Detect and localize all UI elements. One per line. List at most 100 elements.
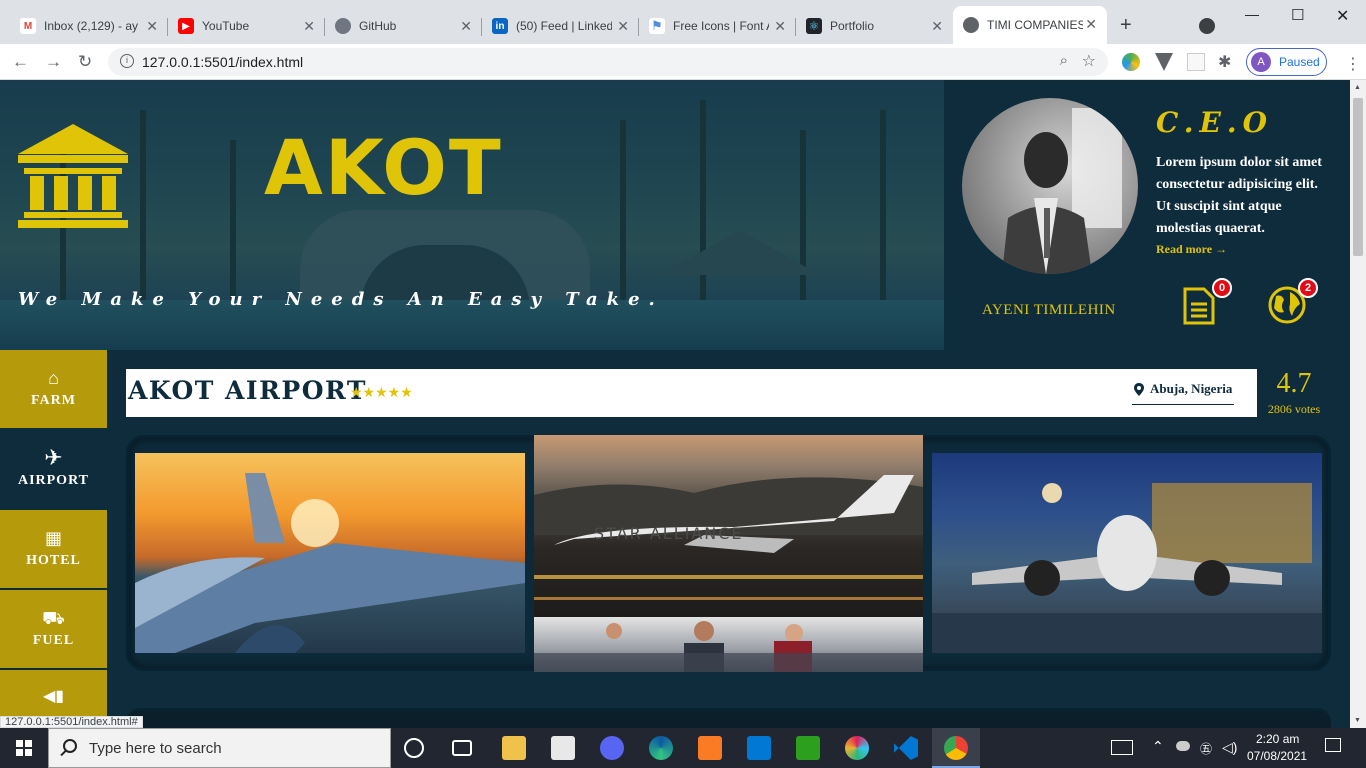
network-icon[interactable] xyxy=(1176,741,1190,751)
microsoft-store-icon[interactable] xyxy=(551,736,575,760)
bank-icon xyxy=(18,124,128,228)
task-view-icon[interactable] xyxy=(452,740,472,756)
gallery-photo-night-gate[interactable] xyxy=(932,453,1322,653)
business-info-bar: AKOT AIRPORT ★★★★★ Abuja, Nigeria xyxy=(126,369,1257,417)
slack-icon[interactable] xyxy=(845,736,869,760)
chrome-icon[interactable] xyxy=(944,736,968,760)
hero-banner: AKOT We Make Your Needs An Easy Take. xyxy=(0,80,944,350)
close-icon[interactable]: ✕ xyxy=(1085,16,1097,33)
extension-globe-icon[interactable] xyxy=(1122,53,1140,71)
url-text[interactable]: 127.0.0.1:5501/index.html xyxy=(142,54,303,70)
close-icon[interactable]: ✕ xyxy=(146,18,158,35)
tab-title: Free Icons | Font A xyxy=(673,19,769,33)
mail-icon[interactable] xyxy=(747,736,771,760)
tab-github[interactable]: GitHub ✕ xyxy=(325,8,482,44)
vscode-icon[interactable] xyxy=(894,736,918,760)
tab-timi-companies[interactable]: TIMI COMPANIES ✕ xyxy=(953,6,1107,44)
tab-portfolio[interactable]: ⚛ Portfolio ✕ xyxy=(796,8,953,44)
back-button[interactable]: ← xyxy=(12,52,29,72)
ceo-description: Lorem ipsum dolor sit amet consectetur a… xyxy=(1156,155,1322,236)
bookmark-star-icon[interactable]: ☆ xyxy=(1082,51,1096,71)
truck-icon: ⛟ xyxy=(42,608,65,628)
clock-date[interactable]: 07/08/2021 xyxy=(1247,749,1307,763)
address-bar: ← → ↻ i 127.0.0.1:5501/index.html ⌕ ☆ ✱ … xyxy=(0,44,1366,80)
star-rating-icon: ★★★★★ xyxy=(350,384,413,400)
minimize-button[interactable]: — xyxy=(1245,6,1259,22)
home-icon: ⌂ xyxy=(48,368,59,388)
profile-button[interactable]: A Paused xyxy=(1246,48,1327,76)
windows-taskbar: Type here to search ⌃ ㊄ ◁) 2:20 am 07/08… xyxy=(0,728,1366,768)
sidebar-item-label: FARM xyxy=(31,393,76,408)
xampp-icon[interactable] xyxy=(698,736,722,760)
tab-gmail[interactable]: M Inbox (2,129) - ay ✕ xyxy=(10,8,168,44)
business-name: AKOT AIRPORT xyxy=(128,376,367,405)
cortana-icon[interactable] xyxy=(404,738,424,758)
discord-icon[interactable] xyxy=(600,736,624,760)
svg-text:STAR ALLIANCE: STAR ALLIANCE xyxy=(594,524,744,543)
zoom-icon[interactable]: ⌕ xyxy=(1060,52,1068,69)
github-icon xyxy=(335,18,351,34)
tab-youtube[interactable]: ▶ YouTube ✕ xyxy=(168,8,325,44)
vote-count: 2806 votes xyxy=(1267,402,1321,416)
scrollbar-thumb[interactable] xyxy=(1353,98,1363,256)
tab-search-icon[interactable] xyxy=(1199,18,1215,34)
upwork-icon[interactable] xyxy=(796,736,820,760)
link-status-bar: 127.0.0.1:5501/index.html# xyxy=(0,716,143,728)
file-explorer-icon[interactable] xyxy=(502,736,526,760)
sidebar-item-fuel[interactable]: ⛟ FUEL xyxy=(0,590,107,669)
tab-title: Portfolio xyxy=(830,19,875,33)
ime-indicator-icon[interactable]: ㊄ xyxy=(1200,740,1212,757)
read-more-link[interactable]: Read more → xyxy=(1156,242,1227,257)
tab-linkedin[interactable]: in (50) Feed | LinkedI ✕ xyxy=(482,8,639,44)
sidebar-item-farm[interactable]: ⌂ FARM xyxy=(0,350,107,429)
gallery-photo-sunset-plane[interactable] xyxy=(135,453,525,653)
extensions-puzzle-icon[interactable]: ✱ xyxy=(1218,52,1236,71)
taskbar-search-box[interactable]: Type here to search xyxy=(48,728,391,768)
tab-fontawesome[interactable]: ⚑ Free Icons | Font A ✕ xyxy=(639,8,796,44)
tab-title: TIMI COMPANIES xyxy=(987,18,1083,32)
extension-blank-icon[interactable] xyxy=(1187,53,1205,71)
sidebar-item-airport[interactable]: ✈ AIRPORT xyxy=(0,430,107,509)
edge-icon[interactable] xyxy=(649,736,673,760)
location-link[interactable]: Abuja, Nigeria xyxy=(1132,381,1235,405)
notifications-icon[interactable] xyxy=(1325,738,1341,752)
close-icon[interactable]: ✕ xyxy=(460,18,472,35)
close-icon[interactable]: ✕ xyxy=(774,18,786,35)
forward-button[interactable]: → xyxy=(45,52,62,72)
close-icon[interactable]: ✕ xyxy=(617,18,629,35)
sidebar-item-hotel[interactable]: ▦ HOTEL xyxy=(0,510,107,589)
linkedin-icon: in xyxy=(492,18,508,34)
reload-button[interactable]: ↻ xyxy=(78,52,92,72)
keyboard-icon[interactable] xyxy=(1111,740,1133,755)
document-notification-button[interactable]: 0 xyxy=(1182,278,1232,326)
new-tab-button[interactable]: + xyxy=(1120,14,1132,37)
scroll-down-arrow-icon[interactable]: ▼ xyxy=(1354,717,1361,724)
gmail-icon: M xyxy=(20,18,36,34)
tab-title: YouTube xyxy=(202,19,250,33)
react-icon: ⚛ xyxy=(806,18,822,34)
page-scrollbar[interactable]: ▲ ▼ xyxy=(1350,80,1366,728)
windows-start-icon[interactable] xyxy=(16,740,32,756)
show-hidden-icons-chevron-icon[interactable]: ⌃ xyxy=(1152,738,1164,755)
extension-vuetify-icon[interactable] xyxy=(1155,53,1173,71)
tab-title: Inbox (2,129) - ay xyxy=(44,19,139,33)
category-sidebar: ⌂ FARM ✈ AIRPORT ▦ HOTEL ⛟ FUEL ◀▮ xyxy=(0,350,107,728)
browser-tab-bar: M Inbox (2,129) - ay ✕ ▶ YouTube ✕ GitHu… xyxy=(0,0,1366,44)
volume-icon[interactable]: ◁) xyxy=(1222,739,1237,756)
browser-menu-icon[interactable]: ⋮ xyxy=(1345,54,1361,74)
clock-time[interactable]: 2:20 am xyxy=(1256,732,1299,746)
close-icon[interactable]: ✕ xyxy=(931,18,943,35)
maximize-button[interactable]: ☐ xyxy=(1291,6,1304,24)
search-icon xyxy=(63,739,77,753)
gallery-photo-star-alliance[interactable]: STAR ALLIANCE xyxy=(534,435,923,617)
scroll-up-arrow-icon[interactable]: ▲ xyxy=(1354,84,1361,91)
window-close-button[interactable]: ✕ xyxy=(1336,6,1349,26)
ceo-avatar xyxy=(962,98,1138,274)
site-info-icon[interactable]: i xyxy=(120,54,134,68)
url-omnibox[interactable]: i 127.0.0.1:5501/index.html ⌕ ☆ xyxy=(108,48,1108,76)
close-icon[interactable]: ✕ xyxy=(303,18,315,35)
globe-notification-button[interactable]: 2 xyxy=(1268,278,1318,326)
gallery-photo-terminal-lounge[interactable] xyxy=(534,617,923,672)
ceo-panel: C.E.O Lorem ipsum dolor sit amet consect… xyxy=(944,80,1350,350)
rating-score: 4.7 xyxy=(1276,368,1312,399)
